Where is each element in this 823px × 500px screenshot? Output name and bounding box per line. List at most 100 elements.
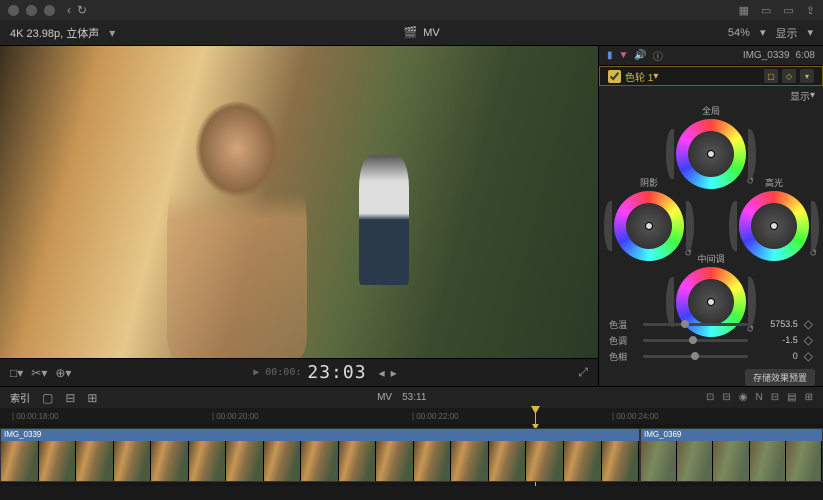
- wheel-shadows-puck[interactable]: [645, 222, 653, 230]
- wheel-midtones-puck[interactable]: [707, 298, 715, 306]
- clip-thumbnail: [39, 441, 77, 481]
- viewer-canvas[interactable]: [0, 46, 598, 358]
- down-arrow-icon[interactable]: ▾: [109, 26, 115, 40]
- slider-thumb[interactable]: [681, 320, 689, 328]
- viewer-tool-trim[interactable]: ✂▾: [31, 366, 47, 380]
- view-dropdown-icon[interactable]: ▾: [807, 26, 813, 39]
- timeline-opt-5[interactable]: ⊟: [771, 392, 779, 403]
- slider-track[interactable]: [643, 339, 748, 342]
- video-tab-icon[interactable]: ▮: [607, 50, 613, 61]
- wheel-highlights-brightness[interactable]: [729, 201, 741, 251]
- wheel-highlights-puck[interactable]: [770, 222, 778, 230]
- slider-track[interactable]: [643, 355, 748, 358]
- toolbar: 4K 23.98p, 立体声 ▾ 🎬 MV 54% ▾ 显示 ▾: [0, 20, 823, 46]
- zoom-level[interactable]: 54%: [728, 27, 750, 39]
- wheel-global-label: 全局: [702, 104, 720, 117]
- index-button[interactable]: 索引: [10, 390, 30, 405]
- wheel-highlights-saturation[interactable]: [807, 201, 819, 251]
- timeline-tool-2[interactable]: ⊟: [65, 391, 75, 405]
- slider-value[interactable]: 5753.5: [754, 319, 798, 329]
- wheel-shadows-saturation[interactable]: [682, 201, 694, 251]
- clip-thumbnail: [76, 441, 114, 481]
- minimize-button[interactable]: [26, 5, 37, 16]
- timeline-tracks[interactable]: IMG_0339IMG_0369: [0, 424, 823, 486]
- video-subject-background: [359, 155, 409, 285]
- wheel-midtones-saturation[interactable]: [744, 277, 756, 327]
- slider-value[interactable]: -1.5: [754, 335, 798, 345]
- wheel-midtones-reset-icon[interactable]: ↺: [746, 324, 754, 335]
- view-menu[interactable]: 显示: [775, 25, 797, 41]
- timeline-ruler[interactable]: | 00:00:18:00| 00:00:20:00| 00:00:22:00|…: [0, 408, 823, 424]
- slider-thumb[interactable]: [691, 352, 699, 360]
- timeline-tool-3[interactable]: ⊞: [87, 391, 97, 405]
- color-tab-icon[interactable]: ▼: [619, 50, 629, 61]
- viewer-tool-select[interactable]: □▾: [10, 366, 23, 380]
- project-format-info: 4K 23.98p, 立体声: [10, 25, 99, 41]
- layout-icon[interactable]: ▦: [739, 4, 749, 17]
- wheel-midtones-brightness[interactable]: [666, 277, 678, 327]
- maximize-button[interactable]: [44, 5, 55, 16]
- timeline-clip[interactable]: IMG_0369: [640, 428, 823, 482]
- fx-dropdown-icon[interactable]: ▾: [800, 69, 814, 83]
- fullscreen-icon[interactable]: ⤢: [578, 365, 588, 380]
- playhead[interactable]: [535, 408, 536, 424]
- inspector-show-menu[interactable]: 显示: [790, 88, 810, 103]
- slider-keyframe-icon[interactable]: ◇: [804, 349, 813, 363]
- effect-title-bar[interactable]: 色轮 1 ▾ ▢ ◇ ▾: [599, 66, 823, 86]
- slider-value[interactable]: 0: [754, 351, 798, 361]
- timeline-opt-3[interactable]: ◉: [739, 392, 748, 403]
- clip-thumbnail: [451, 441, 489, 481]
- clip-thumbnail: [713, 441, 749, 481]
- info-tab-icon[interactable]: ⓘ: [653, 48, 663, 63]
- clapper-icon: 🎬: [404, 26, 418, 39]
- wheel-global-saturation[interactable]: [744, 129, 756, 179]
- keyframe-icon[interactable]: ◇: [782, 69, 796, 83]
- timeline-tool-1[interactable]: ▢: [42, 391, 53, 405]
- wheel-shadows-label: 阴影: [640, 176, 658, 189]
- timeline-opt-2[interactable]: ⊟: [722, 392, 730, 403]
- timeline-opt-7[interactable]: ⊞: [805, 392, 813, 403]
- clip-thumbnail: [114, 441, 152, 481]
- ruler-tick: | 00:00:18:00: [12, 412, 59, 421]
- viewer-tool-retime[interactable]: ⊕▾: [55, 366, 71, 380]
- slider-keyframe-icon[interactable]: ◇: [804, 333, 813, 347]
- wheel-midtones-label: 中间调: [697, 252, 724, 265]
- timeline-opt-4[interactable]: N: [756, 392, 763, 403]
- clip-thumbnail: [602, 441, 640, 481]
- zoom-dropdown-icon[interactable]: ▾: [760, 26, 766, 39]
- ruler-tick: | 00:00:24:00: [612, 412, 659, 421]
- wheel-global-puck[interactable]: [707, 150, 715, 158]
- back-arrow-icon[interactable]: ‹: [67, 3, 71, 17]
- timeline-clip[interactable]: IMG_0339: [0, 428, 640, 482]
- toggle1-icon[interactable]: ▭: [761, 4, 771, 17]
- traffic-lights[interactable]: [8, 5, 55, 16]
- wheel-highlights: 高光 ↺: [729, 176, 819, 261]
- prev-frame-button[interactable]: ◂: [379, 366, 385, 380]
- history-icon[interactable]: ↻: [77, 3, 87, 17]
- save-preset-button[interactable]: 存储效果预置: [745, 369, 815, 386]
- effect-enable-checkbox[interactable]: [608, 70, 621, 83]
- wheel-shadows-brightness[interactable]: [604, 201, 616, 251]
- wheel-global-brightness[interactable]: [666, 129, 678, 179]
- clip-thumbnail: [564, 441, 602, 481]
- mask-icon[interactable]: ▢: [764, 69, 778, 83]
- slider-track[interactable]: [643, 323, 748, 326]
- slider-keyframe-icon[interactable]: ◇: [804, 317, 813, 331]
- clip-thumbnail: [339, 441, 377, 481]
- next-frame-button[interactable]: ▸: [391, 366, 397, 380]
- color-wheels-area: 全局 ↺ 阴影 ↺ 高光: [599, 104, 823, 312]
- close-button[interactable]: [8, 5, 19, 16]
- slider-label: 色调: [609, 334, 637, 347]
- inspector-show-dropdown-icon[interactable]: ▾: [810, 90, 815, 101]
- timeline-opt-1[interactable]: ⊡: [706, 392, 714, 403]
- effect-dropdown-icon[interactable]: ▾: [653, 71, 658, 82]
- wheel-highlights-control[interactable]: ↺: [739, 191, 809, 261]
- timeline-opt-6[interactable]: ▤: [787, 392, 796, 403]
- slider-thumb[interactable]: [689, 336, 697, 344]
- wheel-highlights-reset-icon[interactable]: ↺: [809, 248, 817, 259]
- toggle2-icon[interactable]: ▭: [783, 4, 793, 17]
- share-icon[interactable]: ⇪: [806, 4, 815, 17]
- wheel-shadows-control[interactable]: ↺: [614, 191, 684, 261]
- audio-tab-icon[interactable]: 🔊: [634, 50, 646, 61]
- library-name: MV: [423, 27, 440, 39]
